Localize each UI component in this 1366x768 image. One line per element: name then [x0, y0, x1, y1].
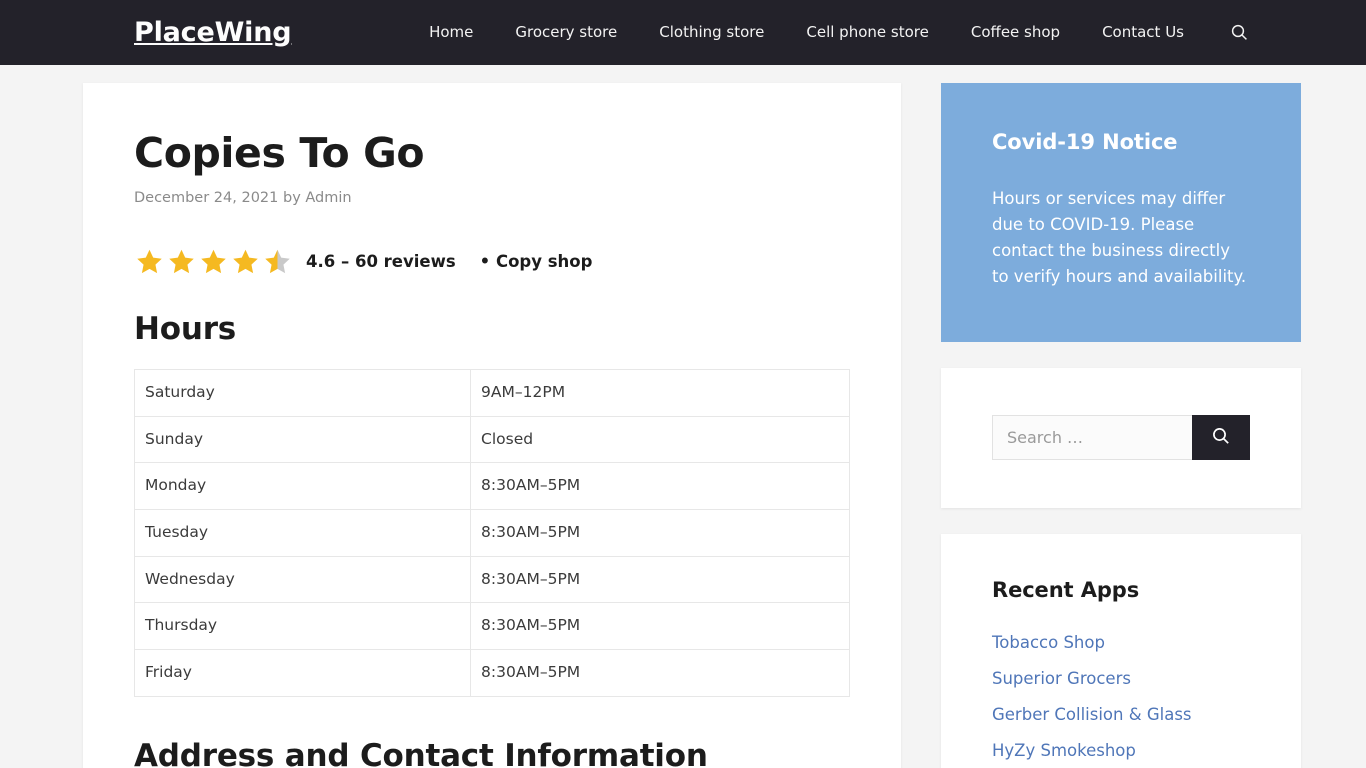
recent-app-link[interactable]: HyZy Smokeshop [992, 741, 1136, 760]
nav-item-home[interactable]: Home [408, 0, 494, 65]
table-row: Wednesday 8:30AM–5PM [133, 555, 850, 604]
hours-day: Tuesday [133, 508, 472, 557]
list-item: Superior Grocers [992, 667, 1250, 691]
nav-item-contact-us[interactable]: Contact Us [1081, 0, 1205, 65]
covid-notice-text: Hours or services may differ due to COVI… [992, 189, 1247, 287]
page-container: Copies To Go December 24, 2021 by Admin [0, 65, 1366, 768]
hours-heading: Hours [134, 310, 237, 347]
recent-app-link[interactable]: Superior Grocers [992, 669, 1131, 688]
search-submit-button[interactable] [1192, 415, 1250, 461]
table-row: Tuesday 8:30AM–5PM [133, 508, 850, 557]
list-item: Tobacco Shop [992, 631, 1250, 655]
hours-time: 9AM–12PM [470, 368, 850, 417]
hours-table: Saturday 9AM–12PM Sunday Closed Monday 8… [133, 368, 850, 697]
table-row: Saturday 9AM–12PM [133, 368, 850, 417]
star-icon [166, 247, 197, 277]
post-meta: December 24, 2021 by Admin [134, 190, 850, 206]
search-form [992, 415, 1250, 461]
star-icon [198, 247, 229, 277]
search-icon [1212, 427, 1230, 448]
star-rating [134, 247, 293, 277]
hours-time: 8:30AM–5PM [470, 555, 850, 604]
star-icon [134, 247, 165, 277]
hours-day: Sunday [133, 415, 472, 464]
main-content: Copies To Go December 24, 2021 by Admin [83, 83, 901, 768]
nav-item-clothing-store[interactable]: Clothing store [638, 0, 785, 65]
business-category: • Copy shop [479, 252, 593, 272]
site-header: PlaceWing Home Grocery store Clothing st… [0, 0, 1366, 65]
table-row: Monday 8:30AM–5PM [133, 462, 850, 510]
recent-app-link[interactable]: Tobacco Shop [992, 633, 1105, 652]
header-search-toggle[interactable] [1205, 0, 1256, 65]
hours-time: 8:30AM–5PM [470, 602, 850, 651]
star-icon [230, 247, 261, 277]
covid-notice-widget: Covid-19 Notice Hours or services may di… [941, 83, 1301, 343]
nav-item-grocery-store[interactable]: Grocery store [494, 0, 638, 65]
recent-app-link[interactable]: Gerber Collision & Glass [992, 705, 1192, 724]
hours-time: 8:30AM–5PM [470, 508, 850, 557]
address-heading: Address and Contact Information [134, 737, 708, 768]
hours-time: 8:30AM–5PM [470, 649, 850, 697]
hours-day: Friday [133, 649, 472, 697]
hours-day: Thursday [133, 602, 472, 651]
search-icon [1231, 24, 1248, 41]
rating-row: 4.6 – 60 reviews • Copy shop [134, 247, 850, 277]
list-item: HyZy Smokeshop [992, 739, 1250, 763]
post-date: December 24, 2021 [134, 189, 279, 206]
star-half-icon [262, 247, 293, 277]
search-widget [941, 368, 1301, 509]
table-row: Sunday Closed [133, 415, 850, 464]
hours-day: Wednesday [133, 555, 472, 604]
recent-apps-widget: Recent Apps Tobacco Shop Superior Grocer… [941, 534, 1301, 768]
nav-item-coffee-shop[interactable]: Coffee shop [950, 0, 1081, 65]
page-title: Copies To Go [134, 129, 425, 177]
nav-item-cell-phone-store[interactable]: Cell phone store [785, 0, 949, 65]
table-row: Friday 8:30AM–5PM [133, 649, 850, 697]
list-item: Gerber Collision & Glass [992, 703, 1250, 727]
hours-time: 8:30AM–5PM [470, 462, 850, 510]
post-author: Admin [305, 189, 352, 206]
site-logo[interactable]: PlaceWing [134, 17, 292, 48]
recent-apps-list: Tobacco Shop Superior Grocers Gerber Col… [992, 631, 1250, 763]
table-row: Thursday 8:30AM–5PM [133, 602, 850, 651]
covid-notice-title: Covid-19 Notice [992, 130, 1178, 154]
hours-day: Monday [133, 462, 472, 510]
post-by-label: by [282, 189, 301, 206]
hours-time: Closed [470, 415, 850, 464]
recent-apps-heading: Recent Apps [992, 578, 1140, 603]
main-navigation: Home Grocery store Clothing store Cell p… [408, 0, 1256, 65]
search-input[interactable] [992, 415, 1192, 461]
rating-summary: 4.6 – 60 reviews [306, 252, 456, 272]
hours-day: Saturday [133, 368, 472, 417]
sidebar: Covid-19 Notice Hours or services may di… [941, 83, 1301, 768]
